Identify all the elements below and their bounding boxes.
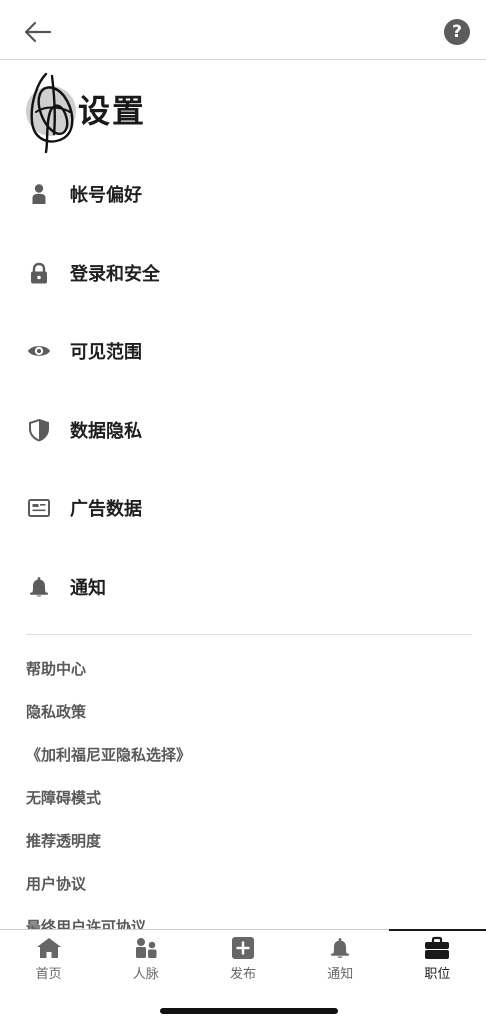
link-accessibility-mode[interactable]: 无障碍模式 [26,777,466,820]
menu-label: 登录和安全 [70,263,160,285]
nav-notifications[interactable]: 通知 [292,930,389,991]
menu-item-data-privacy[interactable]: 数据隐私 [0,391,486,470]
menu-label: 广告数据 [70,499,142,521]
nav-jobs[interactable]: 职位 [388,929,486,991]
back-arrow-icon [24,21,52,43]
home-indicator [160,1008,338,1014]
menu-label: 通知 [70,577,106,599]
shield-icon [27,418,51,442]
nav-label: 职位 [424,967,451,982]
lock-icon [27,261,51,285]
nav-label: 通知 [327,967,354,982]
page-title: 设置 [78,92,147,130]
footer-links: 帮助中心 隐私政策 《加利福尼亚隐私选择》 无障碍模式 推荐透明度 用户协议 最… [26,648,466,930]
link-recommendation-transparency[interactable]: 推荐透明度 [26,820,466,863]
title-area: 设置 [26,72,326,154]
link-privacy-policy[interactable]: 隐私政策 [26,691,466,734]
nav-post[interactable]: 发布 [194,930,291,991]
menu-label: 可见范围 [70,342,142,364]
help-button[interactable]: ? [444,19,470,45]
nav-network[interactable]: 人脉 [97,930,194,991]
link-user-agreement[interactable]: 用户协议 [26,863,466,906]
nav-label: 发布 [230,967,257,982]
bell-icon [27,575,51,599]
bottom-nav: 首页 人脉 发布 通知 职位 [0,929,486,991]
nav-home[interactable]: 首页 [0,930,97,991]
link-california-privacy-choices[interactable]: 《加利福尼亚隐私选择》 [26,734,466,777]
eye-icon [27,339,51,363]
post-icon [232,937,254,959]
menu-item-notifications[interactable]: 通知 [0,548,486,627]
menu-item-visibility[interactable]: 可见范围 [0,312,486,391]
nav-label: 首页 [35,967,62,982]
network-icon [135,938,157,958]
menu-item-advertising-data[interactable]: 广告数据 [0,469,486,548]
person-icon [27,182,51,206]
home-icon [36,938,61,958]
back-button[interactable] [22,16,54,48]
menu-item-account-preferences[interactable]: 帐号偏好 [0,155,486,234]
settings-menu: 帐号偏好 登录和安全 可见范围 数据隐私 广告数据 通知 [0,155,486,626]
top-bar: ? [0,0,486,60]
menu-label: 帐号偏好 [70,185,142,207]
scribble-mark [30,72,74,154]
link-help-center[interactable]: 帮助中心 [26,648,466,691]
briefcase-icon [425,936,450,959]
section-divider [26,634,472,635]
bell-icon [331,938,350,958]
help-icon: ? [452,22,462,42]
nav-label: 人脉 [132,967,159,982]
menu-item-sign-in-security[interactable]: 登录和安全 [0,234,486,313]
link-end-user-license[interactable]: 最终用户许可协议 [26,906,466,930]
menu-label: 数据隐私 [70,420,142,442]
ad-card-icon [27,496,51,520]
